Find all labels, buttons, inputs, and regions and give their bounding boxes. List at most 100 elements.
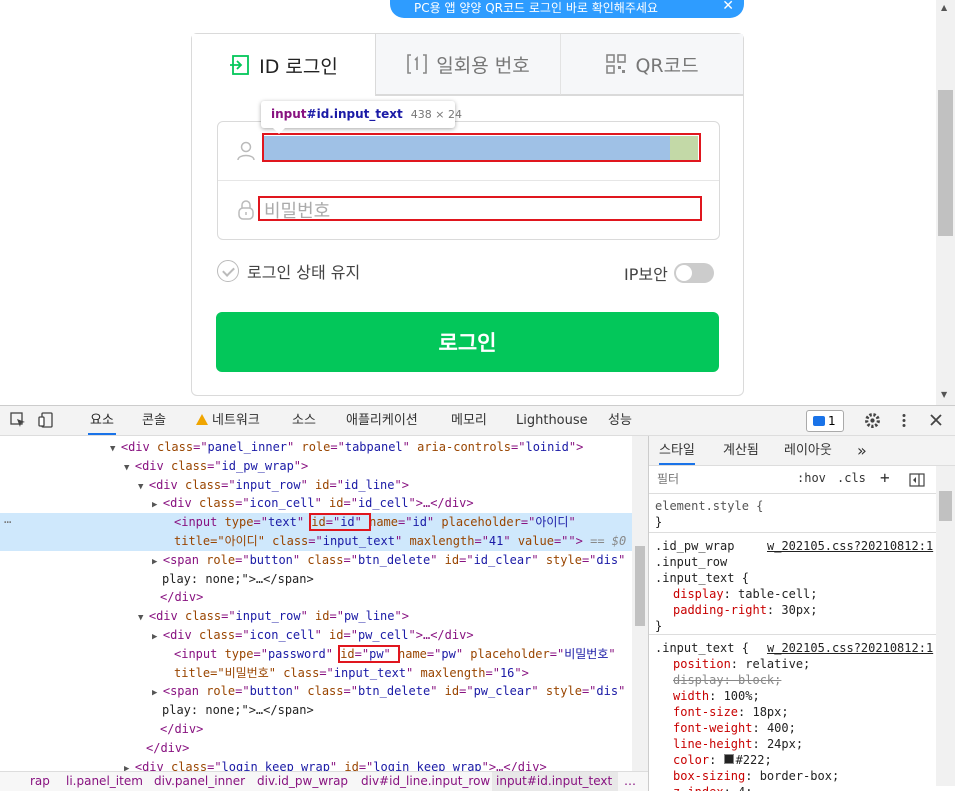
css-rule-line[interactable]: .input_text {w_202105.css?20210812:1 [655,640,939,656]
message-icon [813,416,825,426]
ip-security-label: IP보안 [624,265,668,284]
keep-login-label: 로그인 상태 유지 [247,263,361,282]
tab-qr-code[interactable]: QR코드 [561,34,743,95]
collapse-arrow-icon[interactable]: ▼ [110,444,121,454]
close-icon[interactable]: ✕ [722,0,734,14]
tab-network[interactable]: 네트워크 [194,406,262,435]
css-rule-line[interactable]: box-sizing: border-box; [673,768,839,784]
filter-input[interactable] [653,469,787,490]
expand-arrow-icon[interactable]: ▶ [124,764,135,771]
keep-login-toggle[interactable]: 로그인 상태 유지 [217,259,360,283]
login-arrow-icon [230,55,250,75]
elements-scrollbar[interactable] [632,436,648,771]
styles-scrollbar[interactable] [936,466,955,786]
tab-application[interactable]: 애플리케이션 [344,406,420,435]
breadcrumb-item[interactable]: div#id_line.input_row [361,772,490,791]
hov-toggle[interactable]: :hov [797,471,826,485]
collapse-arrow-icon[interactable]: ▼ [138,613,149,623]
css-rule-line[interactable]: font-size: 18px; [673,704,789,720]
tab-one-time-number[interactable]: 일회용 번호 [376,34,561,95]
breadcrumb-item[interactable]: li.panel_item [66,772,143,791]
annotation-box-attr: id="pw" [338,644,400,663]
cls-toggle[interactable]: .cls [837,471,866,485]
css-rule-line[interactable]: } [655,618,662,634]
css-rule-line[interactable]: font-weight: 400; [673,720,796,736]
styles-pane: 스타일 계산됨 레이아웃 » :hov .cls + element.style… [648,436,955,791]
tab-computed[interactable]: 계산됨 [723,436,759,465]
css-rule-line[interactable]: } [655,514,662,530]
color-swatch-icon[interactable] [723,754,734,764]
notice-banner[interactable]: PC용 앱 양양 QR코드 로그인 바로 확인해주세요 ✕ [390,0,744,18]
tab-memory[interactable]: 메모리 [449,406,489,435]
tab-id-login[interactable]: ID 로그인 [192,34,376,96]
tab-layout[interactable]: 레이아웃 [784,436,832,465]
scroll-down-icon[interactable]: ▼ [941,390,947,399]
breadcrumb: rap li.panel_item div.panel_inner div.id_pw… [0,771,648,791]
scroll-thumb[interactable] [939,491,952,521]
css-rule-line[interactable]: width: 100%; [673,688,760,704]
check-icon [217,260,239,282]
breadcrumb-item[interactable]: … [624,772,636,791]
tab-elements[interactable]: 요소 [88,406,116,435]
tab-performance[interactable]: 성능 [606,406,634,435]
ip-security-toggle[interactable]: IP보안 [624,261,714,285]
breadcrumb-item[interactable]: div.panel_inner [154,772,245,791]
more-tabs-icon[interactable]: » [857,436,867,465]
issues-count: 1 [828,414,836,428]
css-rule-line[interactable]: position: relative; [673,656,810,672]
annotation-box-pw [258,196,702,221]
expand-arrow-icon[interactable]: ▶ [152,557,163,567]
toggle-switch[interactable] [673,263,714,283]
css-rule-line[interactable]: display: table-cell; [673,586,818,602]
css-rule-line[interactable]: .input_text { [655,570,749,586]
styles-tabs: 스타일 계산됨 레이아웃 » [649,436,955,466]
collapse-arrow-icon[interactable]: ▼ [138,482,149,492]
toggle-sidebar-icon[interactable] [909,472,925,488]
css-rule-line[interactable]: display: block; [673,672,781,688]
close-icon[interactable] [929,413,943,427]
css-rule-line[interactable]: color: #222; [673,752,772,768]
breadcrumb-item[interactable]: div.id_pw_wrap [257,772,348,791]
device-toolbar-icon[interactable] [38,412,54,428]
tab-label: ID 로그인 [259,55,338,78]
node-menu-icon[interactable]: ⋯ [4,513,11,532]
tab-console[interactable]: 콘솔 [140,406,168,435]
page-scrollbar[interactable]: ▲ ▼ [936,0,955,405]
tooltip-tag: input [271,107,307,121]
rule-divider [649,532,938,533]
login-tabs: ID 로그인 일회용 번호 QR코드 [192,34,743,96]
annotation-box-attr: id="id" [309,513,372,532]
elements-tree[interactable]: ▼ <div class="panel_inner" role="tabpane… [0,436,648,771]
css-rule-line[interactable]: element.style { [655,498,763,514]
inspect-element-icon[interactable] [10,412,26,428]
tab-sources[interactable]: 소스 [290,406,318,435]
css-rule-line[interactable]: .input_row [655,554,727,570]
tab-network-label: 네트워크 [212,413,260,428]
devtools-toolbar: 요소 콘솔 네트워크 소스 애플리케이션 메모리 Lighthouse 성능 1 [0,406,955,436]
tab-lighthouse[interactable]: Lighthouse [514,406,590,435]
dom-node-line[interactable]: <input type="text" id="id" name="id" pla… [0,513,632,533]
css-rule-line[interactable]: line-height: 24px; [673,736,803,752]
more-options-icon[interactable] [896,412,912,429]
css-rule-line[interactable]: .id_pw_wrap w_202105.css?20210812:1 [655,538,939,554]
gear-icon[interactable] [864,412,881,429]
login-button[interactable]: 로그인 [216,312,719,372]
scroll-thumb[interactable] [938,90,953,236]
styles-filter-bar: :hov .cls + [649,466,955,494]
issues-badge[interactable]: 1 [806,410,844,432]
tooltip-selector: #id.input_text [306,107,403,121]
new-rule-icon[interactable]: + [880,468,890,487]
tab-styles[interactable]: 스타일 [659,436,695,465]
user-icon [237,141,255,161]
expand-arrow-icon[interactable]: ▶ [152,688,163,698]
expand-arrow-icon[interactable]: ▶ [152,500,163,510]
css-rule-line[interactable]: padding-right: 30px; [673,602,818,618]
expand-arrow-icon[interactable]: ▶ [152,632,163,642]
collapse-arrow-icon[interactable]: ▼ [124,463,135,473]
dom-node-line[interactable]: title="아이디" class="input_text" maxlength… [0,532,632,551]
qr-code-icon [606,54,627,74]
breadcrumb-item[interactable]: input#id.input_text [492,772,619,791]
scroll-thumb[interactable] [635,546,645,626]
scroll-up-icon[interactable]: ▲ [941,3,947,12]
breadcrumb-item[interactable]: rap [30,772,50,791]
